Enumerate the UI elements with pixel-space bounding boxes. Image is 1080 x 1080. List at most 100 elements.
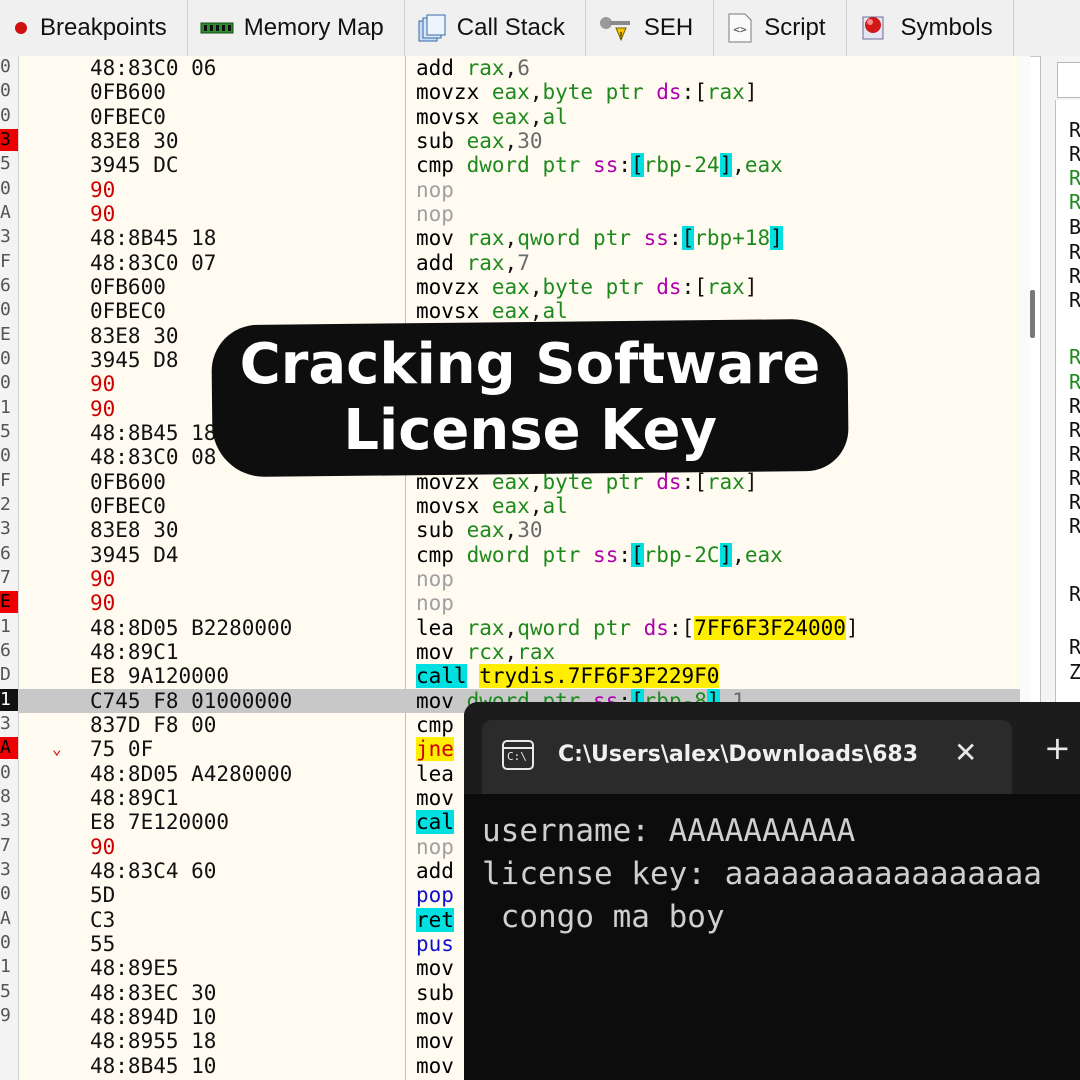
tab-script[interactable]: <> Script xyxy=(714,0,847,56)
disassembly-row[interactable]: 83E8 30 sub eax,30 xyxy=(18,129,1020,153)
scrollbar-thumb[interactable] xyxy=(1030,290,1035,338)
disassembly-row[interactable]: 3945 DC cmp dword ptr ss:[rbp-24],eax xyxy=(18,153,1020,178)
disassembly-row[interactable]: 48:89C1 mov rcx,rax xyxy=(18,640,1020,664)
gutter-marker[interactable]: 0 xyxy=(0,883,18,905)
disassembly-row[interactable]: 0FBEC0 movsx eax,al xyxy=(18,105,1020,129)
register-label: R xyxy=(1069,466,1080,490)
disassembly-row[interactable]: 0FB600 movzx eax,byte ptr ds:[rax] xyxy=(18,275,1020,299)
gutter-marker[interactable]: 3 xyxy=(0,226,18,248)
gutter-marker[interactable]: 5 xyxy=(0,981,18,1003)
instruction-bytes: C3 xyxy=(90,907,116,932)
disassembly-row[interactable]: E8 9A120000 call trydis.7FF6F3F229F0 xyxy=(18,664,1020,689)
terminal-tab[interactable]: C:\ C:\Users\alex\Downloads\683 ✕ xyxy=(482,720,1012,794)
disassembly-row[interactable]: 90 nop xyxy=(18,202,1020,226)
disassembly-row[interactable]: 0FBEC0 movsx eax,al xyxy=(18,494,1020,518)
breakpoint-gutter[interactable]: 000350A3F60E00150F2367E16D13A083730A0159 xyxy=(0,56,19,1080)
gutter-marker[interactable]: 6 xyxy=(0,543,18,565)
instruction-bytes: 48:8D05 A4280000 xyxy=(90,761,293,786)
gutter-marker[interactable]: 9 xyxy=(0,1005,18,1027)
gutter-marker[interactable]: F xyxy=(0,251,18,273)
instruction-text: add xyxy=(416,858,454,883)
instruction-bytes: 48:8B45 10 xyxy=(90,1053,217,1078)
gutter-marker[interactable]: 0 xyxy=(0,299,18,321)
gutter-marker[interactable]: 0 xyxy=(0,372,18,394)
instruction-bytes: 48:89E5 xyxy=(90,956,179,981)
jump-arrow-icon: ⌄ xyxy=(52,739,62,759)
registers-header-box xyxy=(1057,62,1080,98)
close-tab-icon[interactable]: ✕ xyxy=(954,736,977,769)
gutter-marker[interactable]: 1 xyxy=(0,956,18,978)
svg-text:!: ! xyxy=(619,31,623,42)
gutter-marker[interactable]: 1 xyxy=(0,616,18,638)
tab-label: Symbols xyxy=(900,14,993,41)
tab-seh[interactable]: ! SEH xyxy=(586,0,715,56)
gutter-marker[interactable]: 5 xyxy=(0,421,18,443)
disassembly-row[interactable]: 90 nop xyxy=(18,591,1020,615)
instruction-bytes: 48:89C1 xyxy=(90,785,179,810)
symbols-icon xyxy=(862,16,884,40)
terminal-output[interactable]: username: AAAAAAAAAA license key: aaaaaa… xyxy=(482,810,1080,939)
disassembly-row[interactable]: 0FBEC0 movsx eax,al xyxy=(18,299,1020,323)
gutter-marker[interactable]: 0 xyxy=(0,762,18,784)
instruction-bytes: 48:83EC 30 xyxy=(90,980,217,1005)
gutter-marker[interactable]: 0 xyxy=(0,178,18,200)
gutter-marker[interactable]: 0 xyxy=(0,56,18,78)
disassembly-row[interactable]: 48:8D05 B2280000 lea rax,qword ptr ds:[7F… xyxy=(18,615,1020,640)
gutter-marker[interactable]: A xyxy=(0,908,18,930)
call-stack-icon xyxy=(418,14,446,42)
gutter-marker[interactable]: 3 xyxy=(0,810,18,832)
register-label: R xyxy=(1069,442,1080,466)
gutter-marker[interactable]: 0 xyxy=(0,932,18,954)
gutter-marker[interactable]: E xyxy=(0,324,18,346)
instruction-bytes: 90 xyxy=(90,591,116,616)
terminal-tab-bar: C:\ C:\Users\alex\Downloads\683 ✕ + xyxy=(464,702,1080,794)
gutter-marker[interactable]: E xyxy=(0,591,18,614)
gutter-marker[interactable]: 6 xyxy=(0,640,18,662)
instruction-bytes: 5D xyxy=(90,883,116,908)
tab-breakpoints[interactable]: Breakpoints xyxy=(0,0,188,56)
instruction-bytes: 48:8B45 18 xyxy=(90,420,217,445)
disassembly-row[interactable]: 90 nop xyxy=(18,178,1020,202)
title-line-1: Cracking Software xyxy=(239,332,820,398)
gutter-marker[interactable]: A xyxy=(0,202,18,224)
gutter-marker[interactable]: 3 xyxy=(0,128,18,151)
disassembly-row[interactable]: 83E8 30 sub eax,30 xyxy=(18,518,1020,542)
gutter-marker[interactable]: 3 xyxy=(0,859,18,881)
gutter-marker[interactable]: D xyxy=(0,664,18,686)
gutter-marker[interactable]: 1 xyxy=(0,397,18,419)
instruction-bytes: 90 xyxy=(90,396,116,421)
tab-symbols[interactable]: Symbols xyxy=(847,0,1014,56)
terminal-window[interactable]: C:\ C:\Users\alex\Downloads\683 ✕ + user… xyxy=(464,702,1080,1080)
gutter-marker[interactable]: 0 xyxy=(0,348,18,370)
disassembly-row[interactable]: 48:83C0 07 add rax,7 xyxy=(18,251,1020,275)
disassembly-row[interactable]: 0FB600 movzx eax,byte ptr ds:[rax] xyxy=(18,80,1020,104)
gutter-marker[interactable]: 3 xyxy=(0,518,18,540)
instruction-bytes: E8 7E120000 xyxy=(90,810,230,835)
gutter-marker[interactable]: 1 xyxy=(0,688,18,711)
register-label: B xyxy=(1069,215,1080,239)
gutter-marker[interactable]: 0 xyxy=(0,105,18,127)
gutter-marker[interactable]: 8 xyxy=(0,786,18,808)
gutter-marker[interactable]: 6 xyxy=(0,275,18,297)
gutter-marker[interactable]: 0 xyxy=(0,80,18,102)
tab-call-stack[interactable]: Call Stack xyxy=(405,0,586,56)
gutter-marker[interactable]: 3 xyxy=(0,713,18,735)
gutter-marker[interactable]: A xyxy=(0,737,18,760)
disassembly-row[interactable]: 48:83C0 06 add rax,6 xyxy=(18,56,1020,80)
gutter-marker[interactable]: 7 xyxy=(0,835,18,857)
gutter-marker[interactable]: F xyxy=(0,470,18,492)
instruction-bytes: 90 xyxy=(90,834,116,859)
instruction-bytes: 90 xyxy=(90,372,116,397)
gutter-marker[interactable]: 5 xyxy=(0,153,18,175)
disassembly-row[interactable]: 48:8B45 18 mov rax,qword ptr ss:[rbp+18] xyxy=(18,226,1020,251)
gutter-marker[interactable]: 2 xyxy=(0,494,18,516)
new-tab-icon[interactable]: + xyxy=(1044,732,1071,764)
tab-memory-map[interactable]: Memory Map xyxy=(188,0,405,56)
disassembly-row[interactable]: 3945 D4 cmp dword ptr ss:[rbp-2C],eax xyxy=(18,542,1020,567)
disassembly-row[interactable]: 90 nop xyxy=(18,567,1020,591)
register-label: R xyxy=(1069,582,1080,606)
register-label: R xyxy=(1069,166,1080,190)
instruction-text: mov xyxy=(416,1004,454,1029)
gutter-marker[interactable]: 7 xyxy=(0,567,18,589)
gutter-marker[interactable]: 0 xyxy=(0,445,18,467)
